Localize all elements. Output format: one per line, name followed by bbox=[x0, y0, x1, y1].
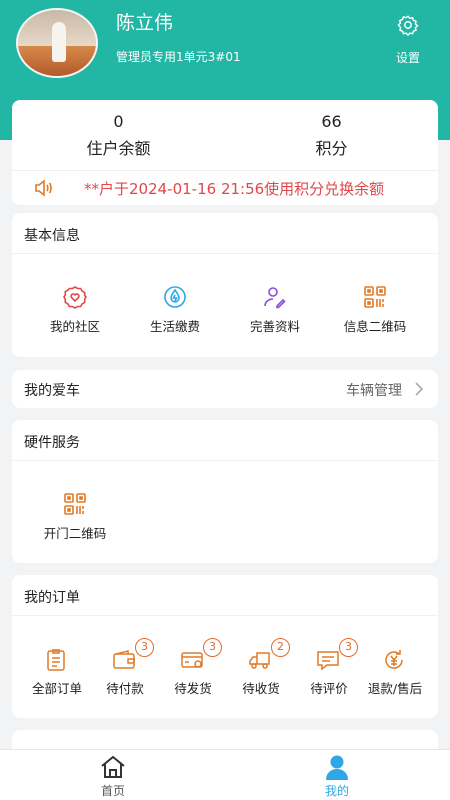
user-address: 管理员专用1单元3#01 bbox=[116, 50, 241, 64]
balance-stat[interactable]: 0 住户余额 bbox=[12, 112, 225, 159]
water-drop-icon bbox=[164, 286, 186, 308]
divider bbox=[12, 615, 438, 616]
settings-label: 设置 bbox=[395, 51, 420, 65]
divider bbox=[12, 460, 438, 461]
info-qr-label: 信息二维码 bbox=[343, 319, 407, 334]
pending-shipment-item[interactable]: 3 待发货 bbox=[158, 638, 228, 697]
tab-home[interactable]: 首页 bbox=[68, 754, 158, 799]
pending-review-item[interactable]: 3 待评价 bbox=[294, 638, 364, 697]
edit-profile-icon bbox=[264, 287, 286, 309]
my-community-item[interactable]: 我的社区 bbox=[22, 285, 128, 335]
notice-text: **户于2024-01-16 21:56使用积分兑换余额 bbox=[84, 180, 385, 198]
chevron-right-icon bbox=[415, 382, 424, 396]
my-orders-card: 我的订单 全部订单 3 待付款 3 待发货 2 待收货 3 待评价 退款/售后 bbox=[12, 575, 438, 718]
settings-button[interactable]: 设置 bbox=[388, 14, 428, 70]
divider bbox=[12, 253, 438, 254]
my-car-row[interactable]: 我的爱车 车辆管理 bbox=[12, 370, 438, 408]
avatar[interactable] bbox=[16, 8, 98, 78]
door-qr-item[interactable]: 开门二维码 bbox=[22, 492, 128, 542]
speaker-icon bbox=[35, 179, 52, 197]
tab-bar: 首页 我的 bbox=[0, 749, 450, 800]
utility-payment-label: 生活缴费 bbox=[149, 319, 200, 334]
orders-title: 我的订单 bbox=[24, 590, 80, 606]
pending-shipment-label: 待发货 bbox=[174, 681, 212, 696]
refund-item[interactable]: 退款/售后 bbox=[360, 645, 430, 697]
hardware-services-card: 硬件服务 开门二维码 bbox=[12, 420, 438, 563]
tab-home-label: 首页 bbox=[100, 784, 125, 798]
refund-icon bbox=[385, 650, 403, 669]
basic-info-card: 基本信息 我的社区 生活缴费 完善资料 信息二维码 bbox=[12, 213, 438, 357]
gear-icon bbox=[397, 15, 419, 36]
notice-bar[interactable]: **户于2024-01-16 21:56使用积分兑换余额 bbox=[12, 170, 438, 204]
basic-info-title: 基本信息 bbox=[24, 228, 80, 244]
stats-card: 0 住户余额 66 积分 **户于2024-01-16 21:56使用积分兑换余… bbox=[12, 100, 438, 205]
pending-shipment-badge: 3 bbox=[203, 638, 222, 657]
pending-receipt-item[interactable]: 2 待收货 bbox=[226, 638, 296, 697]
pending-payment-badge: 3 bbox=[135, 638, 154, 657]
complete-profile-label: 完善资料 bbox=[249, 319, 300, 334]
person-icon bbox=[326, 755, 348, 780]
card-ship-icon bbox=[181, 652, 203, 668]
tab-mine-label: 我的 bbox=[324, 784, 349, 798]
vehicle-management-link[interactable]: 车辆管理 bbox=[346, 380, 402, 400]
all-orders-item[interactable]: 全部订单 bbox=[22, 645, 92, 697]
pending-receipt-badge: 2 bbox=[271, 638, 290, 657]
truck-icon bbox=[249, 652, 270, 669]
user-name: 陈立伟 bbox=[116, 12, 174, 34]
qr-code-icon bbox=[64, 493, 86, 515]
points-value: 66 bbox=[321, 112, 342, 131]
pending-payment-item[interactable]: 3 待付款 bbox=[90, 638, 160, 697]
refund-label: 退款/售后 bbox=[367, 681, 423, 696]
order-list-icon bbox=[47, 649, 65, 671]
qr-code-icon bbox=[364, 286, 386, 308]
comment-icon bbox=[317, 651, 339, 671]
home-icon bbox=[101, 755, 125, 778]
community-heart-icon bbox=[63, 286, 87, 309]
pending-payment-label: 待付款 bbox=[106, 681, 144, 696]
door-qr-label: 开门二维码 bbox=[43, 526, 107, 541]
points-label: 积分 bbox=[315, 139, 348, 158]
points-stat[interactable]: 66 积分 bbox=[225, 112, 438, 159]
pending-review-label: 待评价 bbox=[310, 681, 348, 696]
balance-value: 0 bbox=[113, 112, 124, 131]
wallet-icon bbox=[113, 650, 135, 669]
utility-payment-item[interactable]: 生活缴费 bbox=[122, 285, 228, 335]
pending-receipt-label: 待收货 bbox=[242, 681, 280, 696]
pending-review-badge: 3 bbox=[339, 638, 358, 657]
complete-profile-item[interactable]: 完善资料 bbox=[222, 285, 328, 335]
my-car-title: 我的爱车 bbox=[24, 383, 80, 399]
tab-mine[interactable]: 我的 bbox=[292, 754, 382, 799]
balance-label: 住户余额 bbox=[86, 139, 151, 158]
hardware-title: 硬件服务 bbox=[24, 435, 80, 451]
all-orders-label: 全部订单 bbox=[31, 681, 82, 696]
info-qr-item[interactable]: 信息二维码 bbox=[322, 285, 428, 335]
my-community-label: 我的社区 bbox=[49, 319, 100, 334]
